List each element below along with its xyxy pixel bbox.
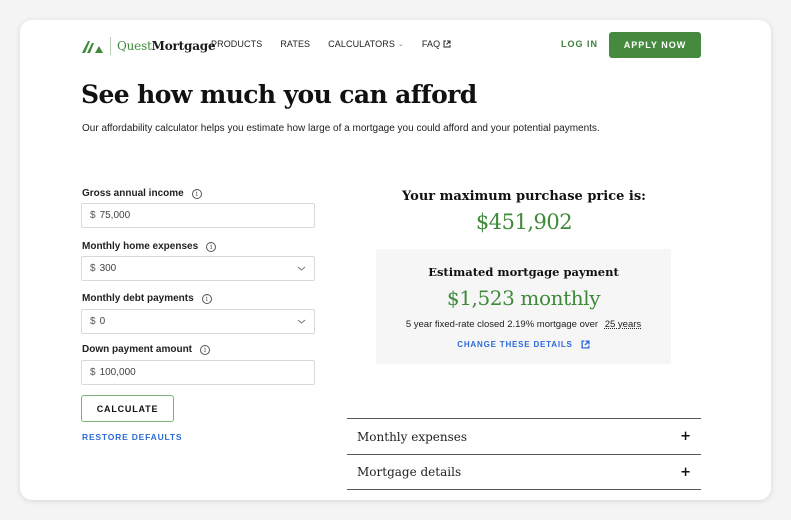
nav-label: PRODUCTS: [211, 39, 263, 49]
payment-value: $1,523 monthly: [446, 286, 601, 310]
brand-name: QuestMortgage: [117, 39, 216, 53]
label-text: Monthly debt payments: [82, 293, 194, 304]
logo-mark-icon: [82, 41, 103, 53]
change-details-link[interactable]: CHANGE THESE DETAILS: [376, 340, 671, 349]
accordion-monthly-expenses[interactable]: Monthly expenses +: [347, 418, 701, 454]
page-title: See how much you can afford: [81, 80, 477, 109]
logo-divider: [110, 37, 111, 55]
payment-desc-text: 5 year fixed-rate closed 2.19% mortgage …: [405, 319, 599, 330]
plus-icon: +: [680, 464, 691, 480]
currency-symbol: $: [90, 367, 96, 378]
accordion-label: Mortgage details: [357, 465, 462, 479]
external-link-icon: [581, 340, 590, 349]
payment-description: 5 year fixed-rate closed 2.19% mortgage …: [376, 319, 671, 330]
nav-label: FAQ: [421, 39, 441, 49]
details-accordion: Monthly expenses + Mortgage details +: [347, 418, 701, 490]
nav-item-products[interactable]: PRODUCTS: [211, 39, 262, 49]
main-nav: PRODUCTS RATES CALCULATORS ⌄ FAQ: [211, 39, 469, 49]
restore-defaults-link[interactable]: RESTORE DEFAULTS: [82, 432, 182, 442]
info-icon[interactable]: i: [201, 293, 212, 304]
debt-payments-select[interactable]: $ 0: [81, 309, 315, 334]
nav-label: CALCULATORS: [328, 39, 395, 49]
home-expenses-label: Monthly home expenses i: [82, 241, 217, 252]
plus-icon: +: [680, 429, 691, 444]
field-value: 100,000: [99, 367, 136, 378]
nav-item-faq[interactable]: FAQ: [422, 39, 451, 49]
currency-symbol: $: [90, 263, 96, 274]
down-payment-label: Down payment amount i: [82, 344, 211, 355]
nav-label: RATES: [280, 39, 311, 49]
home-expenses-select[interactable]: $ 300: [81, 256, 315, 281]
info-icon[interactable]: i: [191, 188, 202, 199]
accordion-label: Monthly expenses: [357, 429, 468, 444]
gross-income-input[interactable]: $ 75,000: [81, 203, 315, 228]
apply-now-button[interactable]: APPLY NOW: [609, 32, 701, 58]
debt-payments-label: Monthly debt payments i: [82, 293, 212, 304]
chevron-down-icon: [297, 266, 306, 271]
max-price-label: Your maximum purchase price is:: [402, 189, 646, 204]
calculate-button[interactable]: CALCULATE: [81, 395, 174, 422]
gross-income-label: Gross annual income i: [82, 188, 202, 199]
logo[interactable]: QuestMortgage: [82, 36, 216, 56]
external-link-icon: [443, 40, 451, 48]
amortization-term[interactable]: 25 years: [605, 319, 641, 330]
down-payment-input[interactable]: $ 100,000: [81, 360, 315, 385]
chevron-down-icon: ⌄: [397, 41, 404, 48]
field-value: 300: [99, 263, 117, 274]
chevron-down-icon: [297, 319, 306, 324]
payment-summary: Estimated mortgage payment $1,523 monthl…: [376, 249, 671, 364]
max-price-value: $451,902: [475, 210, 573, 234]
info-icon[interactable]: i: [200, 344, 211, 355]
page-intro: Our affordability calculator helps you e…: [82, 123, 600, 134]
change-details-label: CHANGE THESE DETAILS: [457, 340, 573, 349]
nav-item-calculators[interactable]: CALCULATORS ⌄: [328, 39, 404, 49]
field-value: 0: [99, 316, 106, 327]
label-text: Gross annual income: [82, 188, 184, 199]
payment-title: Estimated mortgage payment: [428, 265, 619, 279]
label-text: Down payment amount: [82, 344, 193, 355]
info-icon[interactable]: i: [206, 241, 217, 252]
field-value: 75,000: [99, 210, 131, 221]
login-link[interactable]: LOG IN: [561, 39, 598, 49]
page-card: QuestMortgage PRODUCTS RATES CALCULATORS…: [20, 20, 771, 500]
label-text: Monthly home expenses: [82, 241, 199, 252]
accordion-mortgage-details[interactable]: Mortgage details +: [347, 454, 701, 490]
nav-item-rates[interactable]: RATES: [280, 39, 310, 49]
currency-symbol: $: [90, 316, 96, 327]
currency-symbol: $: [90, 210, 96, 221]
